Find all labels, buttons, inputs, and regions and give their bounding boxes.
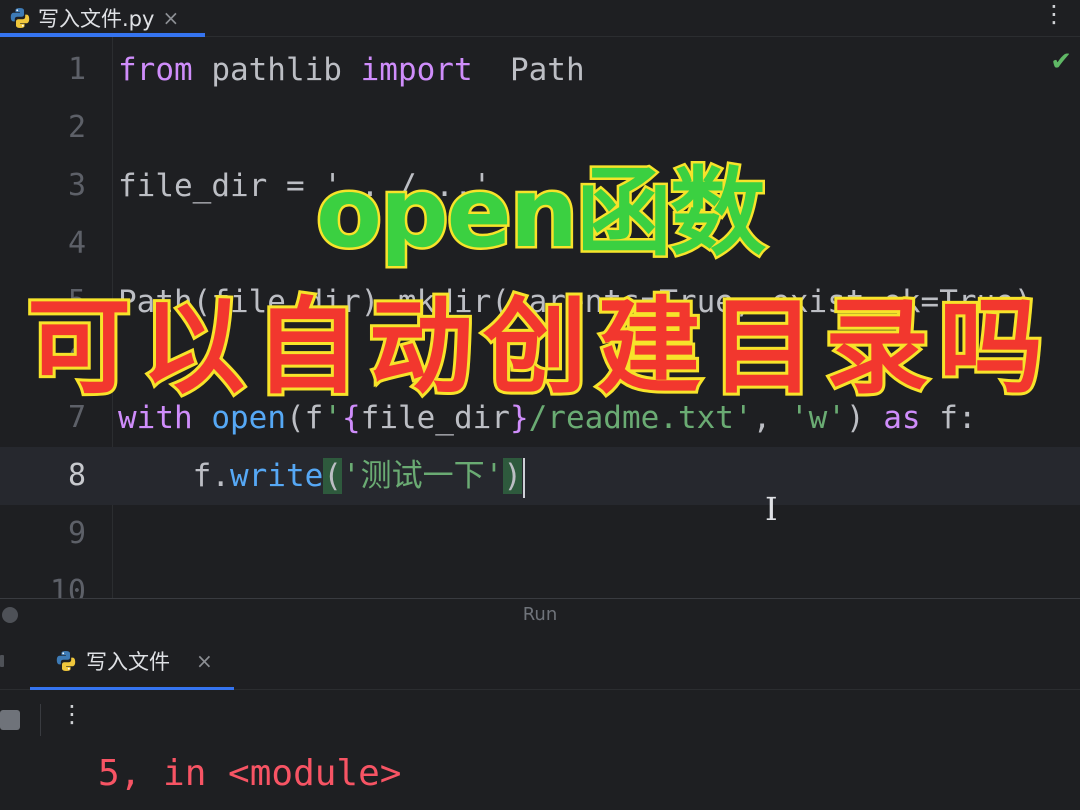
run-console-output[interactable]: 5, in <module> xyxy=(0,750,1080,810)
line-number: 8 xyxy=(67,458,86,493)
line-number: 9 xyxy=(67,516,86,551)
keyword: from xyxy=(118,52,193,88)
python-file-icon xyxy=(8,6,32,30)
class-name: Path xyxy=(472,52,585,88)
console-error-line: 5, in <module> xyxy=(98,753,402,794)
line-number: 1 xyxy=(67,52,86,87)
python-run-config-icon xyxy=(54,649,78,673)
overlay-caption-line-2: 可以自动创建目录吗 xyxy=(24,283,1053,411)
run-panel-header: Run xyxy=(0,598,1080,633)
string: '测试一下' xyxy=(341,458,504,494)
run-tab-write-file[interactable]: 写入文件 × xyxy=(30,633,234,689)
code-line-1[interactable]: 1 from pathlib import Path xyxy=(0,41,1080,99)
run-panel-title: Run xyxy=(522,604,558,625)
code-line-9[interactable]: 9 xyxy=(0,505,1080,563)
run-toolbar: ⋮ xyxy=(0,690,1080,750)
toolbar-divider xyxy=(40,704,41,736)
panel-edge-handle[interactable] xyxy=(0,655,4,667)
run-more-menu-icon[interactable]: ⋮ xyxy=(60,700,84,728)
matched-close-paren: ) xyxy=(503,458,522,494)
run-tab-close-icon[interactable]: × xyxy=(196,649,213,673)
mouse-ibeam-cursor-icon: I xyxy=(765,490,778,528)
run-tab-label: 写入文件 xyxy=(86,650,170,674)
run-tab-bar: 写入文件 × xyxy=(0,633,1080,691)
more-menu-icon[interactable]: ⋮ xyxy=(1042,2,1066,26)
module-name: pathlib xyxy=(192,52,361,88)
tab-write-file-py[interactable]: 写入文件.py × xyxy=(0,0,205,37)
code-text: from pathlib import Path xyxy=(118,41,585,99)
indent-and-object: f. xyxy=(118,458,230,494)
line-number: 10 xyxy=(49,574,86,598)
editor-tab-bar: 写入文件.py × ⋮ xyxy=(0,0,1080,37)
text-caret xyxy=(522,457,525,498)
tab-close-icon[interactable]: × xyxy=(162,6,179,30)
method-name: write xyxy=(229,458,324,494)
stop-icon[interactable] xyxy=(0,710,20,730)
tab-label: 写入文件.py xyxy=(38,7,155,31)
code-line-10[interactable]: 10 xyxy=(0,563,1080,598)
keyword: import xyxy=(360,52,473,88)
matched-open-paren: ( xyxy=(323,458,342,494)
overlay-caption-line-1: open函数 xyxy=(313,155,768,272)
code-text: f.write('测试一下') xyxy=(118,447,525,505)
code-line-8-current[interactable]: 8 f.write('测试一下') xyxy=(0,447,1080,505)
